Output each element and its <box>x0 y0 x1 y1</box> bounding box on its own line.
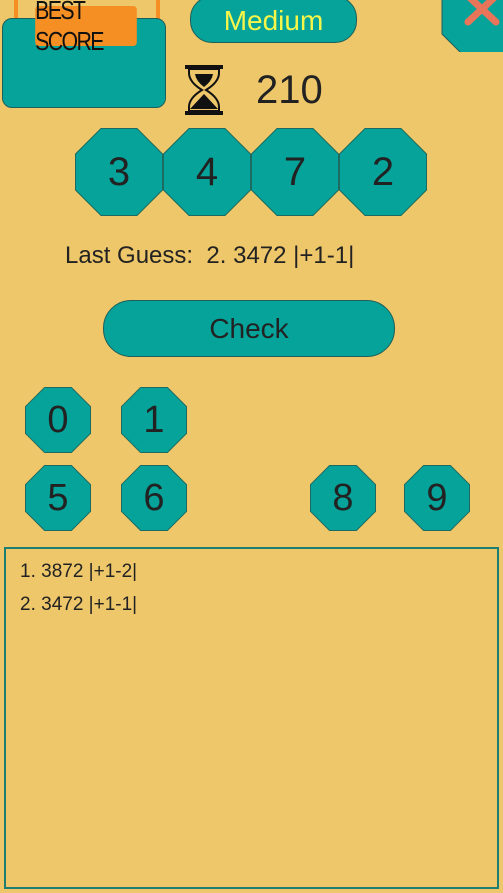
guess-slot-3[interactable]: 7 <box>251 128 339 216</box>
close-icon <box>441 0 503 57</box>
history-item: 2. 3472 |+1-1| <box>20 594 138 615</box>
key-9[interactable]: 9 <box>404 465 470 531</box>
last-guess-value: 2. 3472 |+1-1| <box>206 242 355 269</box>
key-digit: 8 <box>311 466 375 530</box>
key-0[interactable]: 0 <box>25 387 91 453</box>
timer-value: 210 <box>256 68 323 112</box>
key-digit: 9 <box>405 466 469 530</box>
key-digit: 0 <box>26 388 90 452</box>
check-button[interactable]: Check <box>103 300 395 357</box>
key-5[interactable]: 5 <box>25 465 91 531</box>
key-6[interactable]: 6 <box>121 465 187 531</box>
guess-slot-digit: 4 <box>164 129 250 215</box>
guess-slot-1[interactable]: 3 <box>75 128 163 216</box>
guess-history-list[interactable]: 1. 3872 |+1-2| 2. 3472 |+1-1| <box>4 547 499 889</box>
guess-slot-4[interactable]: 2 <box>339 128 427 216</box>
key-digit: 1 <box>122 388 186 452</box>
key-8[interactable]: 8 <box>310 465 376 531</box>
guess-slot-digit: 2 <box>340 129 426 215</box>
guess-slot-2[interactable]: 4 <box>163 128 251 216</box>
key-digit: 5 <box>26 466 90 530</box>
guess-slot-digit: 7 <box>252 129 338 215</box>
close-button[interactable] <box>438 0 503 57</box>
key-1[interactable]: 1 <box>121 387 187 453</box>
history-item: 1. 3872 |+1-2| <box>20 561 138 582</box>
guess-slot-digit: 3 <box>76 129 162 215</box>
best-score-label: BEST SCORE <box>35 0 137 56</box>
difficulty-button[interactable]: Medium <box>190 0 357 43</box>
hourglass-icon <box>183 64 225 116</box>
key-digit: 6 <box>122 466 186 530</box>
last-guess: Last Guess: 2. 3472 |+1-1| <box>65 242 354 270</box>
last-guess-label: Last Guess: <box>65 242 194 269</box>
